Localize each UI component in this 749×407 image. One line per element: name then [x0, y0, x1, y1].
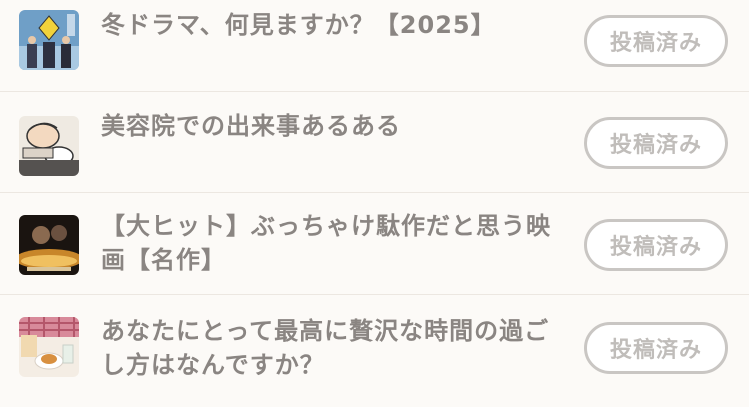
posted-button[interactable]: 投稿済み	[584, 15, 728, 67]
drama-poster-thumbnail[interactable]	[19, 10, 79, 70]
list-item[interactable]: あなたにとって最高に贅沢な時間の過ごし方はなんですか？ 投稿済み	[0, 297, 749, 407]
list-item[interactable]: 美容院での出来事あるある 投稿済み	[0, 92, 749, 193]
movie-poster-thumbnail[interactable]	[19, 215, 79, 275]
posted-button[interactable]: 投稿済み	[584, 322, 728, 374]
posted-button[interactable]: 投稿済み	[584, 219, 728, 271]
list-item[interactable]: 冬ドラマ、何見ますか？【2025】 投稿済み	[0, 0, 749, 92]
topic-list: 冬ドラマ、何見ますか？【2025】 投稿済み 美容院での出来事あるある 投稿済み	[0, 0, 749, 407]
topic-title[interactable]: 【大ヒット】ぶっちゃけ駄作だと思う映画【名作】	[101, 209, 561, 277]
topic-title[interactable]: 冬ドラマ、何見ますか？【2025】	[101, 8, 561, 42]
beauty-salon-illustration-thumbnail[interactable]	[19, 116, 79, 176]
topic-title[interactable]: 美容院での出来事あるある	[101, 109, 561, 143]
posted-button[interactable]: 投稿済み	[584, 117, 728, 169]
tea-table-photo-thumbnail[interactable]	[19, 317, 79, 377]
list-item[interactable]: 【大ヒット】ぶっちゃけ駄作だと思う映画【名作】 投稿済み	[0, 194, 749, 295]
topic-title[interactable]: あなたにとって最高に贅沢な時間の過ごし方はなんですか？	[101, 314, 561, 382]
